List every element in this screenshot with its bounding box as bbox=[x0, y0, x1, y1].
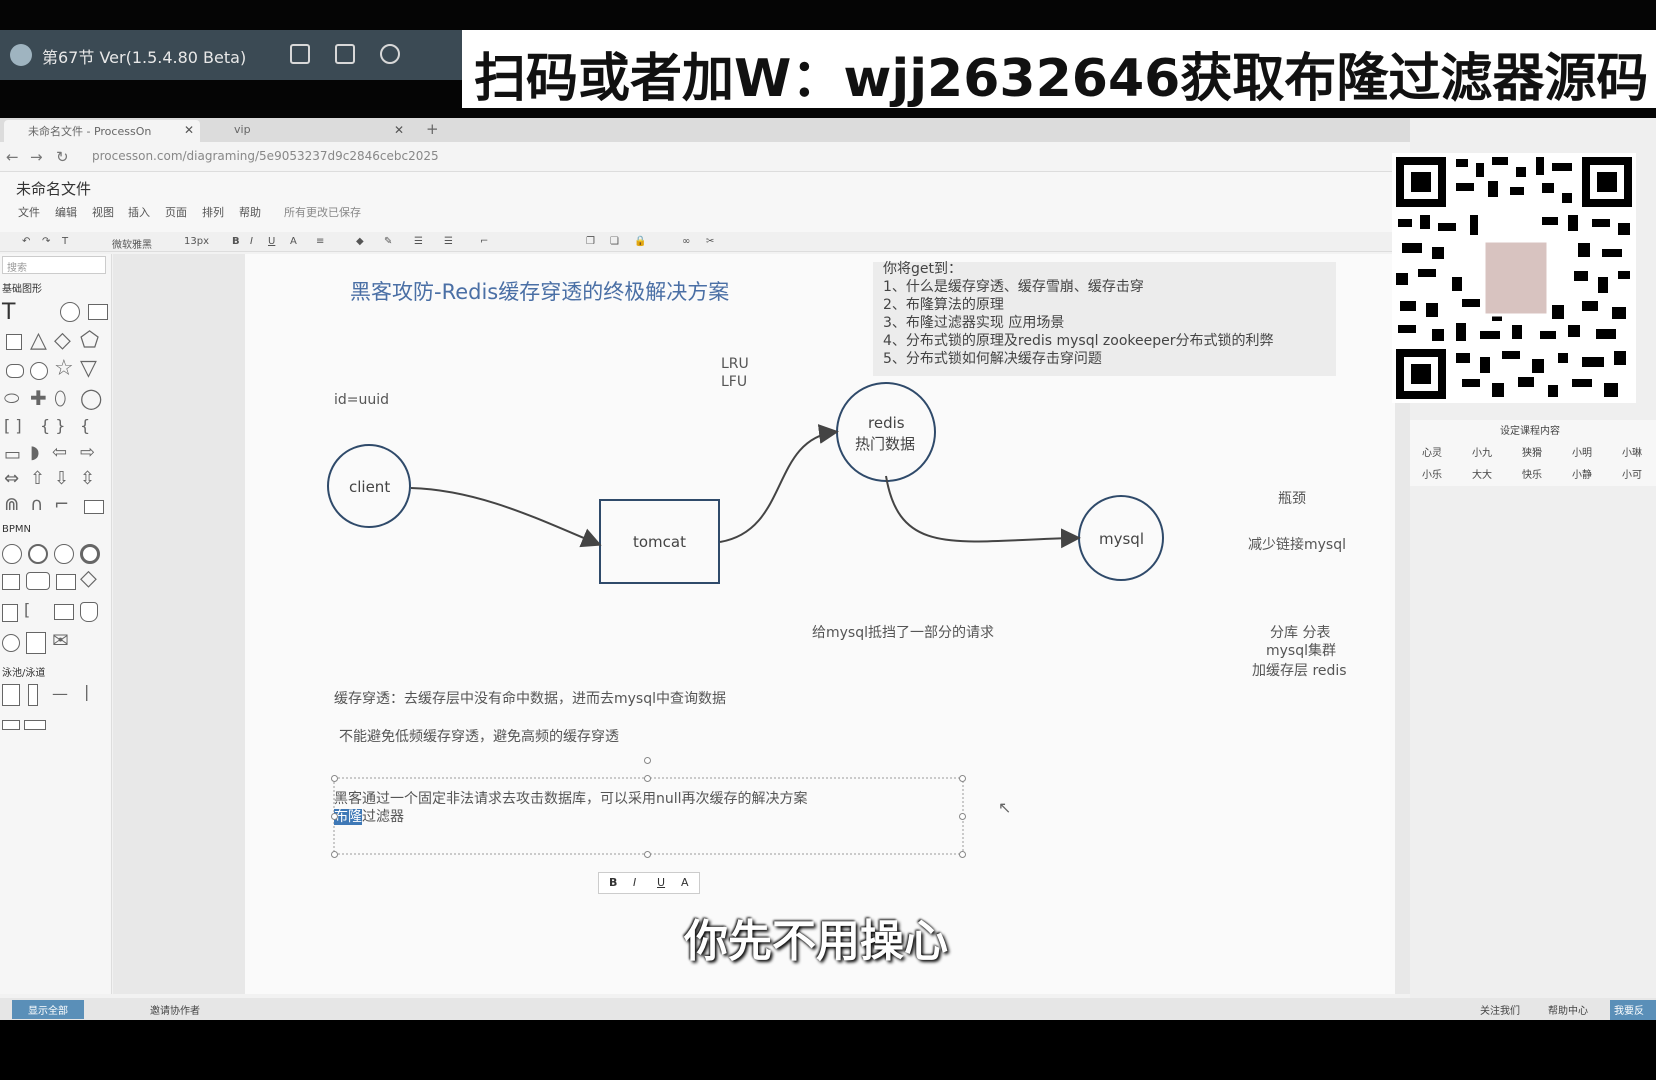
course-cell[interactable]: 快乐 bbox=[1522, 466, 1542, 481]
hacker-note-line2[interactable]: 布隆过滤器 bbox=[334, 806, 404, 826]
resize-handle-ne[interactable] bbox=[959, 775, 966, 782]
resize-handle-nw[interactable] bbox=[331, 775, 338, 782]
mini-bold-button[interactable]: B bbox=[609, 876, 617, 889]
mini-italic-button[interactable]: I bbox=[633, 876, 636, 889]
mini-color-button[interactable]: A bbox=[681, 876, 689, 889]
course-cell[interactable]: 心灵 bbox=[1422, 444, 1442, 459]
resize-handle-w[interactable] bbox=[331, 813, 338, 820]
selected-text: 布隆 bbox=[334, 809, 362, 825]
mysql-block-note[interactable]: 给mysql抵挡了一部分的请求 bbox=[812, 622, 994, 642]
course-cell[interactable]: 小静 bbox=[1572, 466, 1592, 481]
reduce-connection-note[interactable]: 减少链接mysql bbox=[1248, 534, 1346, 554]
qr-pattern bbox=[1392, 153, 1636, 403]
video-subtitle: 你先不用操心 bbox=[684, 916, 948, 967]
course-cell[interactable]: 小乐 bbox=[1422, 466, 1442, 481]
hacker-note-line1[interactable]: 黑客通过一个固定非法请求去攻击数据库，可以采用null再次缓存的解决方案 bbox=[334, 788, 808, 808]
mouse-cursor-icon: ↖ bbox=[998, 798, 1012, 817]
scale-note-3[interactable]: 加缓存层 redis bbox=[1252, 660, 1347, 680]
resize-handle-se[interactable] bbox=[959, 851, 966, 858]
avoid-note[interactable]: 不能避免低频缓存穿透，避免高频的缓存穿透 bbox=[339, 726, 619, 746]
bottleneck-note[interactable]: 瓶颈 bbox=[1278, 488, 1306, 508]
client-to-tomcat-edge[interactable] bbox=[410, 487, 602, 548]
course-cell[interactable]: 小琳 bbox=[1622, 444, 1642, 459]
rotate-handle[interactable] bbox=[644, 757, 651, 764]
course-table: 设定课程内容 心灵 小九 狭猾 小明 小琳 小乐 大大 快乐 小静 小可 bbox=[1410, 420, 1656, 486]
course-table-title: 设定课程内容 bbox=[1500, 426, 1560, 437]
course-cell[interactable]: 小可 bbox=[1622, 466, 1642, 481]
course-cell[interactable]: 大大 bbox=[1472, 466, 1492, 481]
penetration-note[interactable]: 缓存穿透：去缓存层中没有命中数据，进而去mysql中查询数据 bbox=[334, 688, 726, 708]
client-label: client bbox=[349, 478, 391, 496]
course-cell[interactable]: 小明 bbox=[1572, 444, 1592, 459]
tomcat-label: tomcat bbox=[633, 533, 686, 551]
resize-handle-sw[interactable] bbox=[331, 851, 338, 858]
video-bottom-bar bbox=[0, 1020, 1656, 1080]
redis-to-mysql-edge[interactable] bbox=[885, 475, 1081, 549]
resize-handle-e[interactable] bbox=[959, 813, 966, 820]
redis-node[interactable] bbox=[836, 382, 936, 482]
scale-note-1[interactable]: 分库 分表 bbox=[1270, 622, 1330, 642]
redis-label: redis bbox=[868, 414, 905, 432]
avatar bbox=[1482, 239, 1550, 317]
redis-hot-data-label: 热门数据 bbox=[855, 435, 916, 453]
mini-underline-button[interactable]: U bbox=[657, 876, 665, 889]
scale-note-2[interactable]: mysql集群 bbox=[1266, 640, 1336, 660]
qr-code bbox=[1392, 153, 1636, 403]
text-mini-toolbar: B I U A bbox=[598, 872, 700, 894]
mysql-label: mysql bbox=[1099, 530, 1144, 548]
tomcat-to-redis-edge[interactable] bbox=[719, 424, 839, 543]
course-cell[interactable]: 狭猾 bbox=[1522, 444, 1542, 459]
hacker-note-line2-rest: 过滤器 bbox=[362, 809, 404, 825]
resize-handle-n[interactable] bbox=[644, 775, 651, 782]
course-cell[interactable]: 小九 bbox=[1472, 444, 1492, 459]
resize-handle-s[interactable] bbox=[644, 851, 651, 858]
